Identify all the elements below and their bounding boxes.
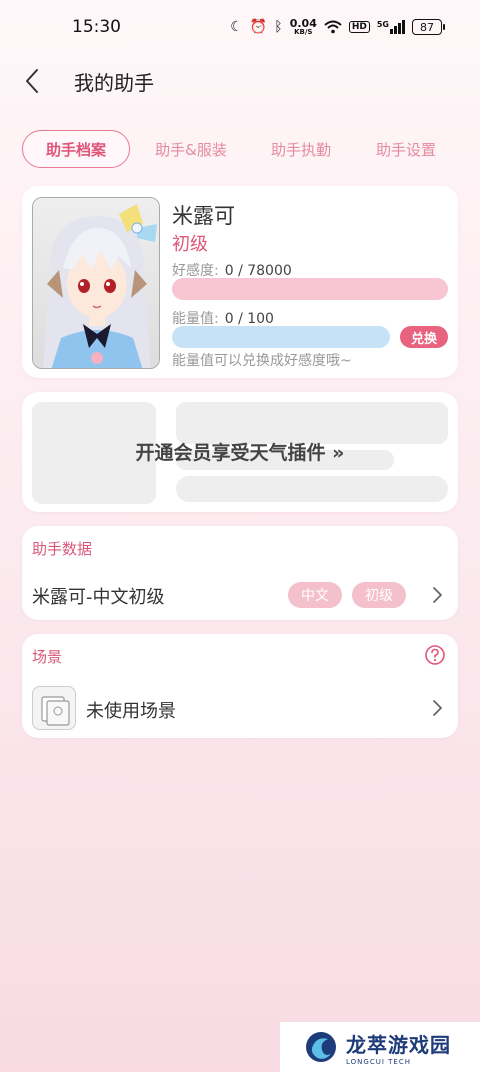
energy-progress-bar bbox=[172, 326, 390, 348]
page-title: 我的助手 bbox=[74, 70, 154, 95]
watermark-title: 龙萃游戏园 bbox=[346, 1032, 451, 1057]
language-tag: 中文 bbox=[288, 582, 342, 608]
watermark-subtitle: LONGCUI TECH bbox=[346, 1057, 411, 1066]
alarm-icon: ⏰ bbox=[249, 19, 268, 35]
help-icon[interactable] bbox=[424, 644, 446, 666]
assistant-data-row[interactable]: 米露可-中文初级 bbox=[32, 583, 165, 609]
assistant-name: 米露可 bbox=[172, 204, 235, 228]
status-bar: 15:30 ☾ ⏰ ᛒ 0.04 KB/S HD 5G 87 bbox=[0, 0, 480, 54]
wifi-icon bbox=[324, 20, 342, 34]
assistant-data-card: 助手数据 米露可-中文初级 中文 初级 bbox=[22, 526, 458, 620]
tab-bar: 助手档案 助手&服装 助手执勤 助手设置 bbox=[22, 130, 462, 168]
chevron-right-icon[interactable] bbox=[430, 586, 444, 604]
back-button[interactable] bbox=[0, 56, 64, 106]
signal-icon: 5G bbox=[377, 20, 405, 34]
section-title: 场景 bbox=[32, 648, 63, 666]
tab-profile[interactable]: 助手档案 bbox=[22, 130, 130, 168]
avatar[interactable] bbox=[32, 197, 160, 369]
energy-hint: 能量值可以兑换成好感度哦~ bbox=[172, 353, 352, 369]
tab-settings[interactable]: 助手设置 bbox=[356, 130, 456, 168]
battery-icon: 87 bbox=[412, 19, 445, 35]
net-speed: 0.04 KB/S bbox=[289, 17, 317, 36]
watermark-logo bbox=[306, 1032, 336, 1062]
moon-icon: ☾ bbox=[230, 19, 243, 35]
status-time: 15:30 bbox=[72, 17, 121, 37]
assistant-level: 初级 bbox=[172, 234, 208, 255]
favor-stat: 好感度: 0 / 78000 bbox=[172, 263, 292, 279]
placeholder-line bbox=[176, 476, 448, 502]
tab-outfit[interactable]: 助手&服装 bbox=[136, 130, 246, 168]
watermark: 龙萃游戏园 LONGCUI TECH bbox=[280, 1022, 480, 1072]
scene-image-icon bbox=[41, 696, 70, 726]
section-title: 助手数据 bbox=[32, 540, 93, 558]
status-icons: ☾ ⏰ ᛒ 0.04 KB/S HD 5G 87 bbox=[230, 17, 445, 36]
hd-badge: HD bbox=[348, 21, 370, 33]
tab-duty[interactable]: 助手执勤 bbox=[246, 130, 356, 168]
energy-stat: 能量值: 0 / 100 bbox=[172, 311, 274, 327]
exchange-button[interactable]: 兑换 bbox=[400, 326, 448, 348]
scene-card: 场景 未使用场景 bbox=[22, 634, 458, 738]
back-arrow-icon bbox=[26, 69, 38, 93]
favor-progress-bar bbox=[172, 278, 448, 300]
chevron-right-icon[interactable] bbox=[430, 699, 444, 717]
level-tag: 初级 bbox=[352, 582, 406, 608]
nav-bar: 我的助手 bbox=[0, 56, 480, 106]
scene-row[interactable]: 未使用场景 bbox=[86, 697, 176, 723]
vip-promo-text[interactable]: 开通会员享受天气插件 » bbox=[22, 438, 458, 465]
scene-thumbnail bbox=[32, 686, 76, 730]
vip-weather-card[interactable]: 开通会员享受天气插件 » bbox=[22, 392, 458, 512]
bluetooth-icon: ᛒ bbox=[274, 19, 283, 35]
character-portrait bbox=[33, 198, 159, 368]
profile-card: 米露可 初级 好感度: 0 / 78000 能量值: 0 / 100 兑换 能量值可… bbox=[22, 186, 458, 378]
